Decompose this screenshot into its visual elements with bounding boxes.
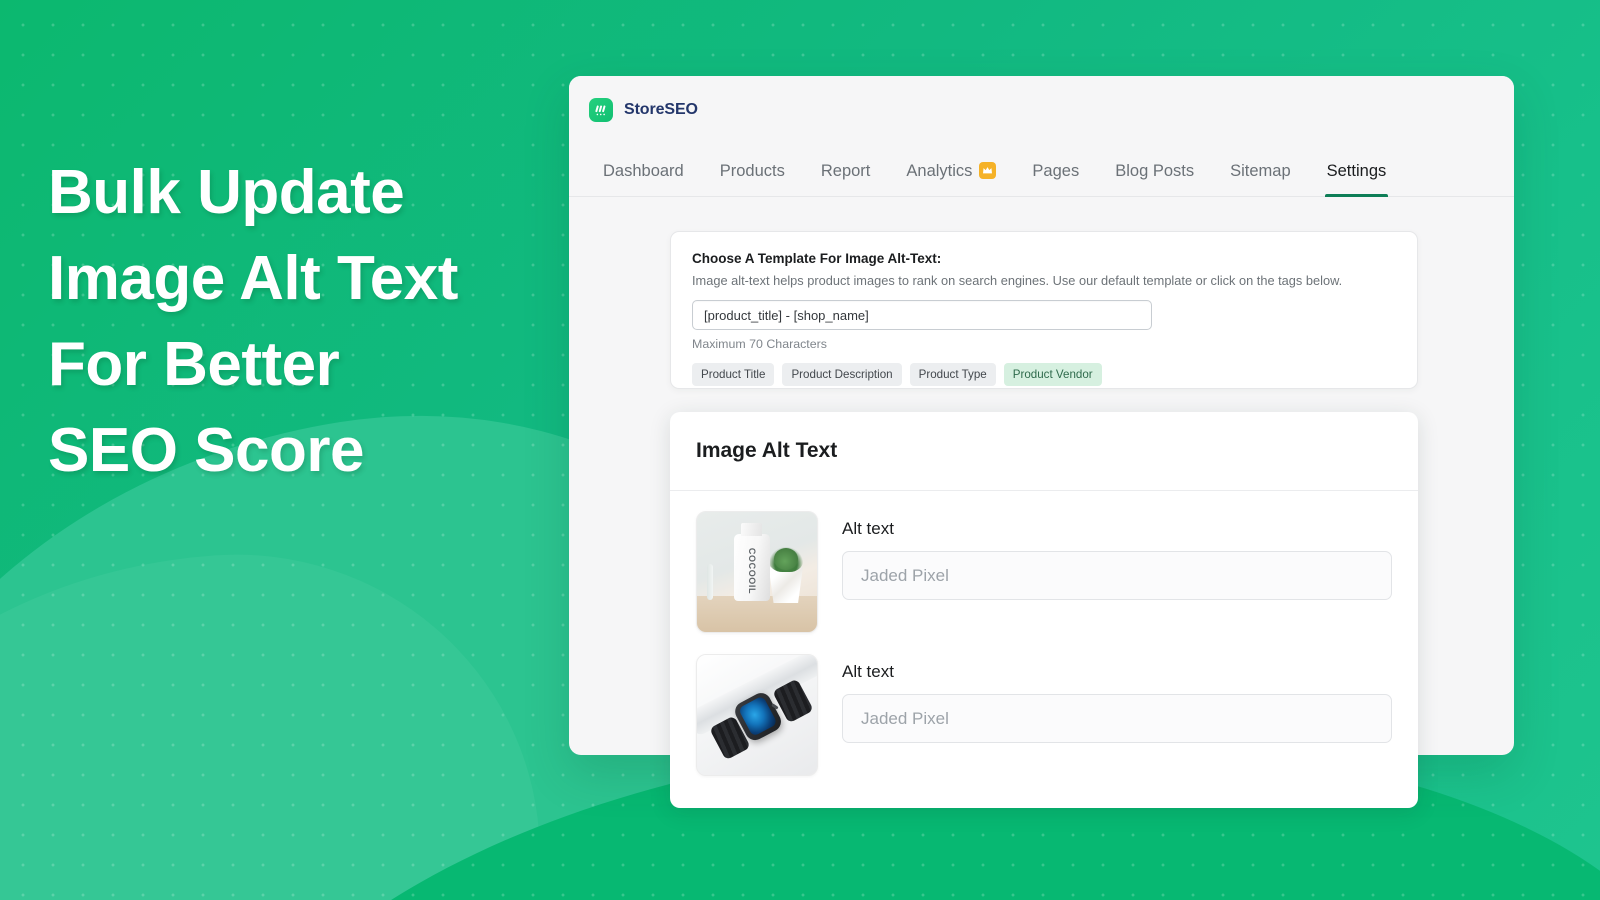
image-alt-text-title: Image Alt Text bbox=[696, 439, 838, 462]
nav-item-blog-posts[interactable]: Blog Posts bbox=[1097, 162, 1212, 196]
image-watch-crown bbox=[771, 702, 779, 709]
brand-name: StoreSEO bbox=[624, 101, 698, 118]
image-bottle-cap bbox=[741, 522, 762, 536]
product-thumbnail-cocooil[interactable]: COCOOIL bbox=[696, 511, 818, 633]
headline-line-2: Image Alt Text bbox=[48, 244, 458, 313]
image-alt-text-header: Image Alt Text bbox=[670, 412, 1418, 491]
alt-text-field-group: Alt text Jaded Pixel bbox=[842, 654, 1392, 776]
template-tag-list: Product Title Product Description Produc… bbox=[692, 363, 1396, 386]
alt-text-input[interactable]: Jaded Pixel bbox=[842, 551, 1392, 600]
tag-product-title[interactable]: Product Title bbox=[692, 363, 775, 386]
nav-item-analytics[interactable]: Analytics bbox=[888, 162, 1014, 196]
nav-label: Products bbox=[719, 162, 785, 180]
template-input[interactable]: [product_title] - [shop_name] bbox=[692, 300, 1152, 330]
cocooil-product-image: COCOOIL bbox=[697, 512, 817, 632]
crown-icon bbox=[979, 162, 997, 179]
alt-text-placeholder: Jaded Pixel bbox=[861, 708, 949, 728]
alt-text-input[interactable]: Jaded Pixel bbox=[842, 694, 1392, 743]
tag-product-description[interactable]: Product Description bbox=[782, 363, 902, 386]
alt-text-row: COCOOIL Alt text Jaded Pixel bbox=[696, 511, 1392, 633]
headline-line-3: For Better bbox=[48, 330, 340, 399]
alt-text-field-group: Alt text Jaded Pixel bbox=[842, 511, 1392, 633]
nav-label: Settings bbox=[1326, 162, 1387, 180]
nav-item-products[interactable]: Products bbox=[702, 162, 803, 196]
nav-label: Dashboard bbox=[603, 162, 684, 180]
smartwatch-product-image bbox=[697, 655, 817, 775]
nav-label: Pages bbox=[1032, 162, 1080, 180]
image-background-tube bbox=[706, 563, 713, 600]
tag-product-type[interactable]: Product Type bbox=[909, 363, 996, 386]
image-watch-screen bbox=[738, 695, 779, 737]
alt-text-row: Alt text Jaded Pixel bbox=[696, 654, 1392, 776]
main-navigation: Dashboard Products Report Analytics Page… bbox=[569, 141, 1514, 197]
template-card-description: Image alt-text helps product images to r… bbox=[692, 273, 1343, 288]
alt-text-template-card: Choose A Template For Image Alt-Text: Im… bbox=[670, 231, 1418, 389]
nav-item-pages[interactable]: Pages bbox=[1014, 162, 1097, 196]
bottle-label-text: COCOOIL bbox=[747, 547, 758, 594]
image-table-surface bbox=[697, 596, 817, 632]
nav-item-settings[interactable]: Settings bbox=[1309, 162, 1405, 197]
tag-product-vendor[interactable]: Product Vendor bbox=[1003, 363, 1102, 386]
nav-label: Sitemap bbox=[1230, 162, 1291, 180]
template-input-value: [product_title] - [shop_name] bbox=[704, 307, 869, 323]
nav-item-report[interactable]: Report bbox=[803, 162, 889, 196]
alt-text-placeholder: Jaded Pixel bbox=[861, 565, 949, 585]
nav-item-dashboard[interactable]: Dashboard bbox=[585, 162, 702, 196]
image-succulent-plant-highlight bbox=[773, 548, 798, 570]
template-card-title: Choose A Template For Image Alt-Text: bbox=[692, 251, 942, 266]
storeseo-logo-icon bbox=[589, 98, 613, 122]
image-alt-text-rows: COCOOIL Alt text Jaded Pixel Alt text Ja… bbox=[670, 491, 1418, 776]
template-max-chars-note: Maximum 70 Characters bbox=[692, 337, 827, 351]
headline-line-1: Bulk Update bbox=[48, 158, 405, 227]
image-alt-text-card: Image Alt Text COCOOIL Alt text Jaded Pi… bbox=[670, 412, 1418, 808]
nav-label: Report bbox=[820, 162, 871, 180]
image-bottle-label: COCOOIL bbox=[737, 546, 768, 596]
nav-label: Analytics bbox=[906, 162, 973, 180]
nav-item-sitemap[interactable]: Sitemap bbox=[1212, 162, 1309, 196]
brand: StoreSEO bbox=[569, 92, 1514, 128]
alt-text-label: Alt text bbox=[842, 519, 894, 538]
alt-text-label: Alt text bbox=[842, 662, 894, 681]
product-thumbnail-smartwatch[interactable] bbox=[696, 654, 818, 776]
app-header: StoreSEO Dashboard Products Report Analy… bbox=[569, 76, 1514, 197]
headline-line-4: SEO Score bbox=[48, 416, 364, 485]
nav-label: Blog Posts bbox=[1115, 162, 1195, 180]
promo-headline: Bulk Update Image Alt Text For Better SE… bbox=[48, 150, 608, 494]
